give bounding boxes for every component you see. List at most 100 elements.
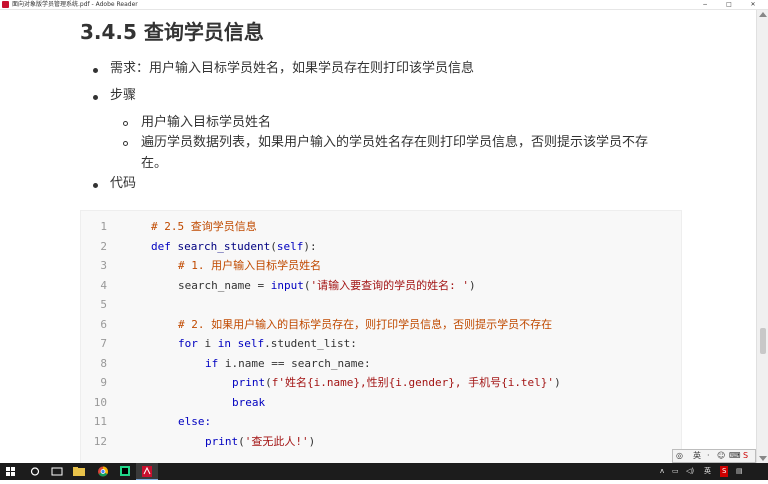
scroll-thumb[interactable]	[760, 328, 766, 354]
adobe-reader-icon	[142, 466, 152, 477]
adobe-reader-icon	[2, 1, 9, 8]
bullet-dot	[93, 183, 98, 188]
code-string: '请输入要查询的学员的姓名: '	[310, 278, 469, 292]
sub-bullet-step-2: 遍历学员数据列表，如果用户输入的学员姓名存在则打印学员信息，否则提示该学员不存	[141, 135, 649, 150]
code-line-6: # 2. 如果用户输入的目标学员存在，则打印学员信息，否则提示学员不存在	[178, 315, 552, 335]
tray-person-icon[interactable]: ᴧ	[660, 463, 664, 480]
sub-bullet-ring	[123, 141, 128, 146]
code-keyword: break	[232, 395, 266, 409]
code-keyword: def	[151, 239, 171, 253]
code-builtin: input	[270, 278, 304, 292]
code-block: 1 2 3 4 5 6 7 8 9 10 11 12 # 2.5 查询学员信息 …	[80, 210, 682, 463]
code-keyword: self	[276, 239, 304, 253]
ime-emoji-icon[interactable]: ☺	[717, 450, 725, 462]
scroll-up-icon[interactable]	[759, 12, 767, 17]
bullet-dot	[93, 68, 98, 73]
ime-toolbar[interactable]: ◎ 英 · ☺ ⌨ S	[672, 449, 756, 463]
code-text: ):	[303, 239, 317, 253]
code-comment: # 1. 用户输入目标学员姓名	[178, 259, 322, 272]
code-text: (	[265, 376, 272, 389]
line-number: 6	[100, 317, 107, 331]
bullet-requirement: 需求：用户输入目标学员姓名，如果学员存在则打印该学员信息	[110, 61, 475, 76]
minimize-button[interactable]: −	[696, 0, 714, 9]
search-button[interactable]	[24, 463, 46, 480]
code-line-9: print(f'姓名{i.name},性别{i.gender}, 手机号{i.t…	[232, 373, 561, 393]
code-line-1: # 2.5 查询学员信息	[151, 217, 257, 237]
taskbar-chrome[interactable]	[92, 463, 114, 480]
tray-network-icon[interactable]: ▭	[672, 463, 679, 480]
code-text: )	[554, 376, 561, 389]
close-button[interactable]: ✕	[744, 0, 762, 9]
code-keyword: else:	[178, 415, 212, 428]
scroll-down-icon[interactable]	[759, 456, 767, 461]
code-text: i.name == search_name:	[218, 356, 371, 370]
code-line-7: for i in self.student_list:	[178, 334, 357, 354]
code-string: '查无此人!'	[244, 434, 309, 448]
tray-s-badge[interactable]: S	[720, 466, 729, 477]
code-keyword: self	[231, 337, 265, 350]
code-comment: # 2. 如果用户输入的目标学员存在，则打印学员信息，否则提示学员不存在	[178, 317, 553, 331]
folder-icon	[73, 467, 85, 476]
code-builtin: print	[232, 376, 266, 389]
line-number: 1	[100, 220, 107, 233]
code-line-8: if i.name == search_name:	[205, 354, 371, 374]
line-number: 2	[100, 239, 107, 253]
pdf-page: 3.4.5 查询学员信息 需求：用户输入目标学员姓名，如果学员存在则打印该学员信…	[0, 10, 756, 463]
code-keyword: for	[178, 337, 198, 350]
line-number: 4	[100, 278, 107, 292]
code-comment: # 2.5 查询学员信息	[151, 220, 257, 233]
code-line-11: else:	[178, 412, 211, 432]
taskbar-pycharm[interactable]	[114, 463, 136, 480]
code-line-10: break	[232, 393, 265, 413]
bullet-steps: 步骤	[110, 88, 137, 103]
code-text: (	[270, 239, 277, 253]
task-view-button[interactable]	[46, 463, 68, 480]
vertical-scrollbar[interactable]	[756, 10, 768, 463]
bullet-dot	[93, 95, 98, 100]
code-text: )	[468, 278, 476, 292]
maximize-button[interactable]: □	[720, 0, 738, 9]
ime-punctuation[interactable]: ·	[707, 450, 710, 462]
code-text: (	[238, 434, 245, 448]
line-number: 9	[100, 376, 107, 389]
code-line-2: def search_student(self):	[151, 237, 317, 257]
pycharm-icon	[120, 466, 130, 476]
sub-bullet-step-2-cont: 在。	[141, 156, 168, 171]
ime-keyboard-icon[interactable]: ⌨	[729, 450, 741, 462]
code-builtin: print	[205, 434, 239, 448]
code-text: .student_list:	[264, 337, 357, 350]
code-function-name: search_student	[170, 239, 271, 253]
code-keyword: if	[205, 356, 219, 370]
line-number: 7	[100, 337, 107, 350]
code-line-4: search_name = input('请输入要查询的学员的姓名: ')	[178, 276, 476, 296]
code-text: search_name =	[178, 278, 271, 292]
line-number: 5	[100, 298, 107, 311]
window-title: 面向对象版学员管理系统.pdf - Adobe Reader	[12, 1, 138, 8]
windows-logo-icon	[6, 467, 15, 476]
code-string: f'姓名{i.name},性别{i.gender}, 手机号{i.tel}'	[271, 376, 555, 389]
line-number: 10	[93, 395, 107, 409]
code-text: )	[308, 434, 316, 448]
section-title: 3.4.5 查询学员信息	[80, 20, 264, 44]
chrome-icon	[98, 466, 108, 477]
ime-s-badge[interactable]: S	[743, 450, 748, 462]
tray-notification-icon[interactable]: ▤	[736, 463, 743, 480]
sub-bullet-ring	[123, 121, 128, 126]
taskbar-file-explorer[interactable]	[68, 463, 90, 480]
line-number: 12	[93, 434, 107, 448]
ime-logo-icon[interactable]: ◎	[676, 450, 683, 462]
tray-volume-icon[interactable]: ◁)	[686, 463, 694, 480]
line-number: 11	[93, 415, 107, 428]
sub-bullet-step-1: 用户输入目标学员姓名	[141, 115, 272, 130]
code-line-3: # 1. 用户输入目标学员姓名	[178, 256, 321, 276]
task-view-icon	[51, 467, 63, 476]
tray-language[interactable]: 英	[704, 463, 711, 480]
code-line-12: print('查无此人!')	[205, 432, 315, 452]
start-button[interactable]	[0, 463, 22, 480]
window-title-bar: 面向对象版学员管理系统.pdf - Adobe Reader − □ ✕	[0, 0, 768, 10]
ime-language[interactable]: 英	[693, 450, 701, 462]
code-keyword: in	[217, 337, 231, 350]
taskbar-adobe-reader[interactable]	[136, 463, 158, 480]
search-icon	[30, 467, 40, 476]
bullet-code: 代码	[110, 176, 137, 191]
